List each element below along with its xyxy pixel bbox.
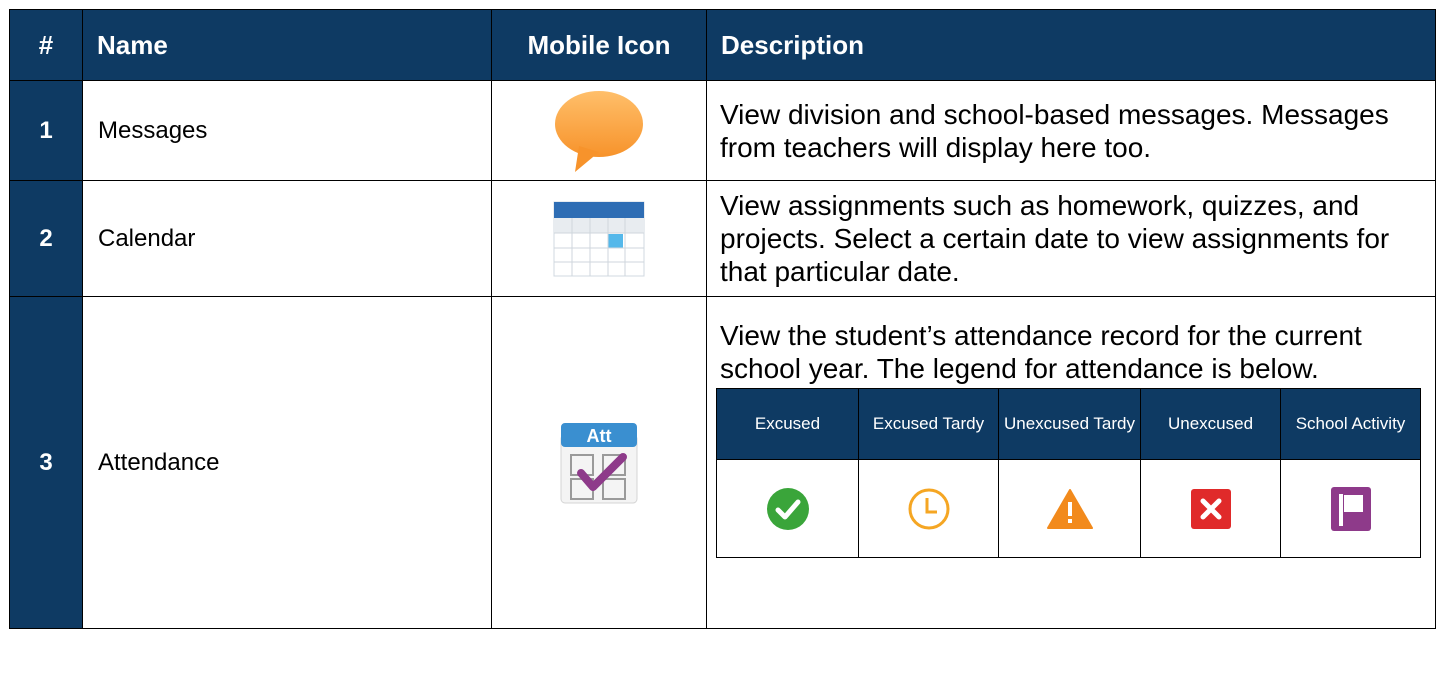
row-name: Calendar <box>82 180 492 297</box>
legend-label-school-activity: School Activity <box>1280 388 1421 460</box>
header-num: # <box>9 9 83 81</box>
attendance-legend: Excused Excused Tardy Unexcused Tardy Un… <box>716 388 1421 558</box>
row-number: 2 <box>9 180 83 297</box>
red-x-icon <box>1190 488 1231 529</box>
header-name: Name <box>82 9 492 81</box>
table-row-messages: 1 Messages View division and school-base… <box>9 80 1436 181</box>
legend-label-unexcused-tardy: Unexcused Tardy <box>998 388 1141 460</box>
orange-clock-icon <box>908 488 949 529</box>
header-mobile-icon: Mobile Icon <box>491 9 707 81</box>
row-name: Attendance <box>82 296 492 629</box>
legend-label-excused: Excused <box>716 388 859 460</box>
attendance-icon: Att <box>560 422 638 503</box>
speech-bubble-icon <box>555 90 643 172</box>
legend-icon-row <box>716 459 1421 558</box>
legend-label-unexcused: Unexcused <box>1140 388 1281 460</box>
row-description: View division and school-based messages.… <box>706 80 1436 181</box>
table-row-attendance: 3 Attendance Att View the student’s atte… <box>9 296 1436 629</box>
row-name: Messages <box>82 80 492 181</box>
table-row-calendar: 2 Calendar View assignments such as home… <box>9 180 1436 297</box>
row-description: View assignments such as homework, quizz… <box>706 180 1436 297</box>
row-description: View the student’s attendance record for… <box>720 320 1362 384</box>
header-row: # Name Mobile Icon Description <box>9 9 1436 81</box>
calendar-icon <box>553 201 645 276</box>
features-table: # Name Mobile Icon Description 1 Message… <box>9 9 1436 629</box>
row-number: 3 <box>9 296 83 629</box>
legend-label-excused-tardy: Excused Tardy <box>858 388 999 460</box>
purple-flag-icon <box>1330 486 1371 531</box>
legend-header-row: Excused Excused Tardy Unexcused Tardy Un… <box>716 388 1421 460</box>
svg-text:Att: Att <box>587 426 612 446</box>
orange-warning-icon <box>1046 488 1093 529</box>
row-number: 1 <box>9 80 83 181</box>
header-description: Description <box>706 9 1436 81</box>
green-check-icon <box>766 487 809 530</box>
